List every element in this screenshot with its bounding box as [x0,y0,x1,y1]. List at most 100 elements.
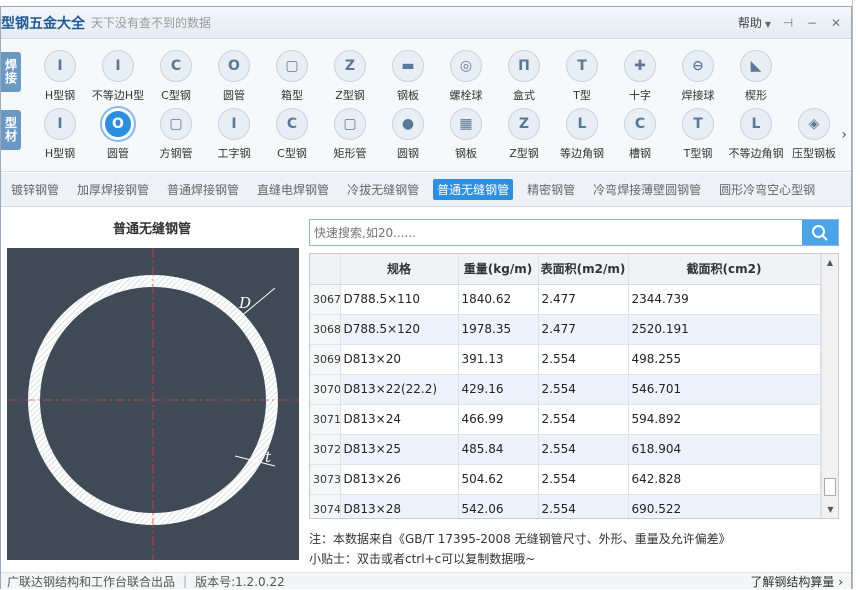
scroll-down-icon[interactable]: ▼ [822,501,838,518]
table-scrollbar[interactable]: ▲ ▼ [821,254,838,518]
tab-item[interactable]: 普通无缝钢管 [433,179,514,200]
table-cell[interactable]: 2.554 [538,464,629,495]
tab-item[interactable]: 冷弯焊接薄壁圆钢管 [589,179,705,200]
category-item[interactable]: ▦ 钢板 [437,108,495,161]
table-cell[interactable]: 690.522 [628,494,821,518]
table-cell[interactable]: D788.5×110 [340,284,459,315]
category-item[interactable]: Z Z型钢 [321,50,379,103]
category-item[interactable]: O 圆管 [205,50,263,103]
learn-more-link[interactable]: 了解钢结构算量 › [750,573,843,590]
category-item[interactable]: ▢ 方钢管 [147,108,205,161]
column-header-spec[interactable]: 规格 [340,254,459,285]
table-cell[interactable]: D788.5×120 [340,314,459,345]
category-item[interactable]: ✚ 十字 [611,50,669,103]
table-cell[interactable]: 618.904 [628,434,821,465]
table-cell[interactable]: 498.255 [628,344,821,375]
table-cell[interactable]: 2344.739 [628,284,821,315]
table-cell[interactable]: D813×25 [340,434,459,465]
column-header-section[interactable]: 截面积(cm2) [628,254,821,285]
row-index-cell[interactable]: 3072 [310,434,341,465]
table-cell[interactable]: 485.84 [458,434,539,465]
table-cell[interactable]: D813×22(22.2) [340,374,459,405]
category-item[interactable]: T T型钢 [669,108,727,161]
category-item[interactable]: Z Z型钢 [495,108,553,161]
category-item[interactable]: ▢ 箱型 [263,50,321,103]
column-header-weight[interactable]: 重量(kg/m) [458,254,539,285]
tab-item[interactable]: 普通焊接钢管 [163,179,243,200]
scrollbar-thumb[interactable] [824,478,836,496]
table-cell[interactable]: D813×28 [340,494,459,518]
table-row[interactable]: 3071 D813×24 466.99 2.554 594.892 [310,404,821,435]
table-cell[interactable]: 2.477 [538,314,629,345]
row-index-cell[interactable]: 3069 [310,344,341,375]
table-cell[interactable]: D813×26 [340,464,459,495]
help-menu[interactable]: 帮助 ▼ [738,14,771,31]
table-cell[interactable]: D813×20 [340,344,459,375]
table-row[interactable]: 3069 D813×20 391.13 2.554 498.255 [310,344,821,375]
category-item[interactable]: C C型钢 [147,50,205,103]
category-item[interactable]: ▢ 矩形管 [321,108,379,161]
pin-button[interactable]: ⊣ [781,16,795,30]
category-item[interactable]: ◎ 螺栓球 [437,50,495,103]
row-index-cell[interactable]: 3074 [310,494,341,518]
table-cell[interactable]: 594.892 [628,404,821,435]
category-item[interactable]: O 圆管 [89,108,147,161]
table-cell[interactable]: 1978.35 [458,314,539,345]
table-cell[interactable]: D813×24 [340,404,459,435]
category-item[interactable]: C 槽钢 [611,108,669,161]
row-index-cell[interactable]: 3073 [310,464,341,495]
category-item[interactable]: ◈ 压型钢板 [785,108,843,161]
table-row[interactable]: 3074 D813×28 542.06 2.554 690.522 [310,494,821,518]
table-cell[interactable]: 504.62 [458,464,539,495]
tab-item[interactable]: 镀锌钢管 [7,179,63,200]
category-item[interactable]: ▬ 钢板 [379,50,437,103]
search-button[interactable] [802,220,838,245]
table-cell[interactable]: 2.554 [538,344,629,375]
row-index-cell[interactable]: 3067 [310,284,341,315]
category-item[interactable]: I H型钢 [31,108,89,161]
table-row[interactable]: 3073 D813×26 504.62 2.554 642.828 [310,464,821,495]
close-button[interactable]: ✕ [829,16,843,30]
category-item[interactable]: ◣ 楔形 [727,50,785,103]
category-item[interactable]: L 不等边角钢 [727,108,785,161]
table-cell[interactable]: 429.16 [458,374,539,405]
table-cell[interactable]: 2520.191 [628,314,821,345]
category-item[interactable]: Π 盒式 [495,50,553,103]
tab-item[interactable]: 精密钢管 [523,179,579,200]
table-cell[interactable]: 546.701 [628,374,821,405]
category-item[interactable]: I H型钢 [31,50,89,103]
tab-item[interactable]: 冷拔无缝钢管 [343,179,423,200]
column-header-surface[interactable]: 表面积(m2/m) [538,254,629,285]
table-cell[interactable]: 2.554 [538,494,629,518]
row-index-cell[interactable]: 3071 [310,404,341,435]
category-item[interactable]: ⊖ 焊接球 [669,50,727,103]
scroll-right-icon[interactable]: › [841,127,847,143]
category-item[interactable]: C C型钢 [263,108,321,161]
row-index-cell[interactable]: 3068 [310,314,341,345]
table-cell[interactable]: 2.554 [538,434,629,465]
table-cell[interactable]: 1840.62 [458,284,539,315]
category-item[interactable]: I 工字钢 [205,108,263,161]
tab-item[interactable]: 直缝电焊钢管 [253,179,333,200]
scroll-up-icon[interactable]: ▲ [822,254,838,271]
category-item[interactable]: L 等边角钢 [553,108,611,161]
tab-item[interactable]: 圆形冷弯空心型钢 [715,179,819,200]
category-item[interactable]: T T型 [553,50,611,103]
table-row[interactable]: 3067 D788.5×110 1840.62 2.477 2344.739 [310,284,821,315]
search-input[interactable] [310,220,802,245]
table-cell[interactable]: 391.13 [458,344,539,375]
table-cell[interactable]: 2.554 [538,374,629,405]
table-cell[interactable]: 542.06 [458,494,539,518]
table-cell[interactable]: 466.99 [458,404,539,435]
category-item[interactable]: ● 圆钢 [379,108,437,161]
table-cell[interactable]: 2.554 [538,404,629,435]
minimize-button[interactable]: − [805,16,819,30]
tab-item[interactable]: 加厚焊接钢管 [73,179,153,200]
table-cell[interactable]: 2.477 [538,284,629,315]
table-cell[interactable]: 642.828 [628,464,821,495]
table-row[interactable]: 3070 D813×22(22.2) 429.16 2.554 546.701 [310,374,821,405]
table-row[interactable]: 3072 D813×25 485.84 2.554 618.904 [310,434,821,465]
category-item[interactable]: I 不等边H型 [89,50,147,103]
table-row[interactable]: 3068 D788.5×120 1978.35 2.477 2520.191 [310,314,821,345]
row-index-cell[interactable]: 3070 [310,374,341,405]
